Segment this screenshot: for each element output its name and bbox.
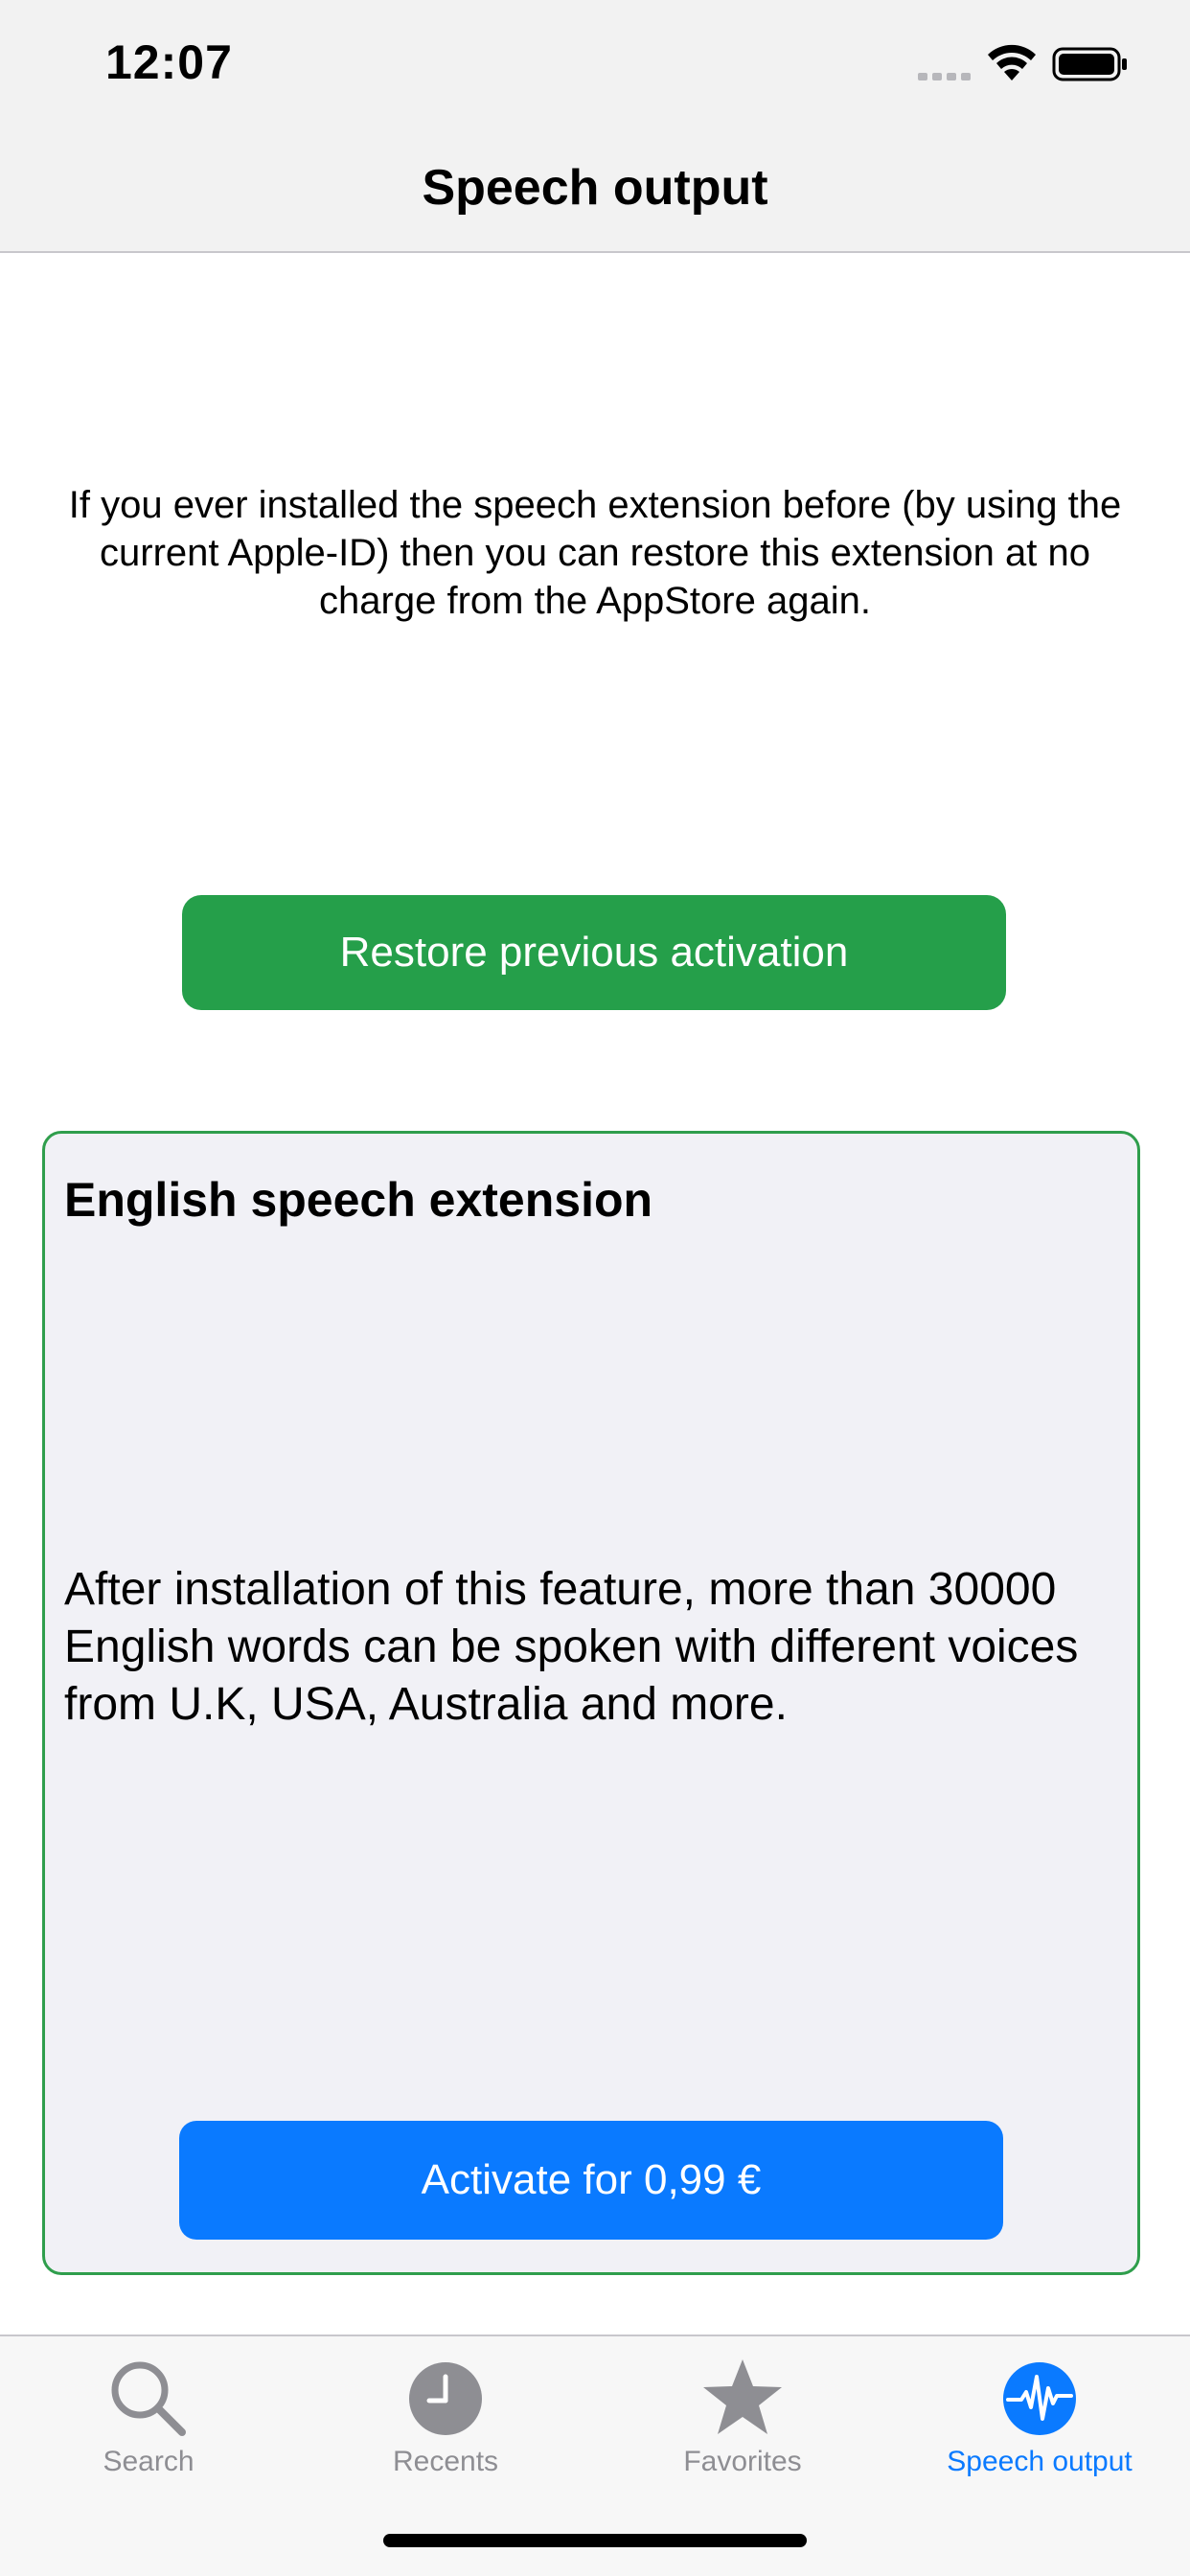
tab-label: Search <box>103 2446 195 2477</box>
tab-favorites[interactable]: Favorites <box>594 2350 891 2494</box>
battery-icon <box>1052 47 1127 81</box>
page-title: Speech output <box>422 160 768 216</box>
cellular-signal-icon <box>918 73 971 80</box>
extension-title: English speech extension <box>64 1173 653 1227</box>
tab-recents[interactable]: Recents <box>297 2350 594 2494</box>
extension-card: English speech extension After installat… <box>42 1131 1140 2275</box>
tab-label: Recents <box>392 2446 499 2477</box>
wifi-icon <box>988 44 1036 80</box>
navigation-bar: Speech output <box>0 126 1190 253</box>
status-time: 12:07 <box>105 35 233 89</box>
restore-activation-button[interactable]: Restore previous activation <box>182 895 1006 1010</box>
tab-search[interactable]: Search <box>0 2350 297 2494</box>
clock-icon <box>409 2362 482 2435</box>
activate-purchase-button[interactable]: Activate for 0,99 € <box>179 2121 1003 2240</box>
tab-speech-output[interactable]: Speech output <box>891 2350 1188 2494</box>
waveform-icon <box>1003 2362 1076 2435</box>
extension-description: After installation of this feature, more… <box>64 1564 1079 1730</box>
home-indicator[interactable] <box>383 2534 807 2547</box>
restore-info-text: If you ever installed the speech extensi… <box>68 484 1122 622</box>
magnifier-icon <box>111 2361 186 2436</box>
star-icon <box>703 2359 782 2434</box>
tab-label: Favorites <box>683 2446 802 2477</box>
tab-label: Speech output <box>947 2446 1133 2477</box>
status-bar: 12:07 <box>0 0 1190 126</box>
